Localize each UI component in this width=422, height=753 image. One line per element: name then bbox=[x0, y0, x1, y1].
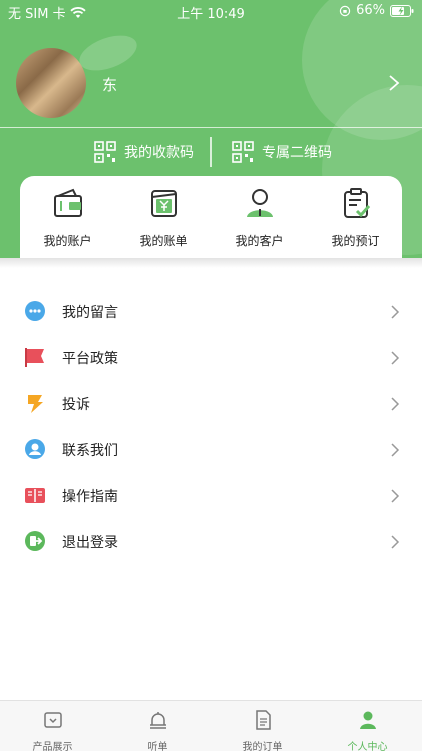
product-icon bbox=[43, 712, 62, 728]
card-shelf bbox=[0, 258, 422, 268]
menu-item-policy[interactable]: 平台政策 bbox=[0, 334, 422, 380]
menu-item-label: 投诉 bbox=[62, 397, 90, 413]
message-icon bbox=[25, 301, 45, 321]
divider bbox=[210, 137, 212, 167]
username: 东 bbox=[102, 76, 118, 94]
person-icon bbox=[359, 711, 376, 729]
menu-item-label: 联系我们 bbox=[62, 443, 118, 459]
exclusive-qr-button[interactable]: 专属二维码 bbox=[232, 134, 332, 170]
my-bill-item[interactable]: 我的账单 bbox=[116, 184, 211, 256]
divider bbox=[0, 127, 422, 128]
tab-label: 我的订单 bbox=[242, 742, 283, 753]
menu-item-label: 退出登录 bbox=[62, 535, 118, 551]
my-customer-item[interactable]: 我的客户 bbox=[212, 184, 307, 256]
my-bill-label: 我的账单 bbox=[139, 234, 188, 248]
chevron-right-icon bbox=[391, 535, 400, 549]
decor-blob bbox=[74, 28, 142, 78]
wallet-icon bbox=[53, 188, 82, 217]
battery-percent: 66% bbox=[356, 3, 385, 18]
tab-label: 个人中心 bbox=[347, 742, 388, 753]
menu-item-contact[interactable]: 联系我们 bbox=[0, 426, 422, 472]
menu-item-label: 我的留言 bbox=[62, 305, 118, 321]
tab-bar: 产品展示 听单 我的订单 个人中心 bbox=[0, 700, 422, 753]
customer-icon bbox=[246, 189, 273, 217]
account-card: 我的账户 我的账单 我的客户 我的预订 bbox=[20, 176, 402, 262]
qr-code-icon bbox=[94, 141, 116, 163]
menu-item-complaint[interactable]: 投诉 bbox=[0, 380, 422, 426]
tab-label: 听单 bbox=[147, 742, 168, 753]
chevron-right-icon bbox=[391, 305, 400, 319]
bell-icon bbox=[149, 712, 166, 729]
menu-item-label: 操作指南 bbox=[62, 489, 118, 505]
qr-code-icon bbox=[232, 141, 254, 163]
collect-code-label: 我的收款码 bbox=[124, 145, 194, 161]
logout-icon bbox=[25, 531, 45, 551]
orientation-lock-icon bbox=[339, 5, 351, 16]
chevron-right-icon bbox=[391, 443, 400, 457]
tab-products[interactable]: 产品展示 bbox=[0, 701, 105, 753]
flag-icon bbox=[25, 348, 44, 367]
menu-list: 我的留言 平台政策 投诉 联系我们 操作指南 退出登录 bbox=[0, 288, 422, 564]
my-account-item[interactable]: 我的账户 bbox=[20, 184, 115, 256]
menu-item-label: 平台政策 bbox=[62, 351, 118, 367]
tab-my-orders[interactable]: 我的订单 bbox=[210, 701, 315, 753]
my-booking-item[interactable]: 我的预订 bbox=[308, 184, 403, 256]
bill-icon bbox=[150, 190, 177, 217]
chevron-right-icon bbox=[391, 397, 400, 411]
order-icon bbox=[255, 710, 271, 730]
menu-item-logout[interactable]: 退出登录 bbox=[0, 518, 422, 564]
booking-icon bbox=[343, 188, 370, 218]
tab-profile[interactable]: 个人中心 bbox=[315, 701, 420, 753]
chevron-right-icon bbox=[391, 351, 400, 365]
contact-icon bbox=[25, 439, 45, 459]
quick-links: 我的收款码 专属二维码 bbox=[0, 134, 422, 170]
guide-book-icon bbox=[25, 488, 45, 503]
chevron-right-icon bbox=[391, 489, 400, 503]
my-customer-label: 我的客户 bbox=[235, 234, 284, 248]
tab-label: 产品展示 bbox=[32, 742, 73, 753]
menu-item-messages[interactable]: 我的留言 bbox=[0, 288, 422, 334]
my-booking-label: 我的预订 bbox=[331, 234, 380, 248]
exclusive-qr-label: 专属二维码 bbox=[262, 145, 332, 161]
status-bar: 无 SIM 卡 上午 10:49 66% bbox=[0, 0, 422, 22]
avatar[interactable] bbox=[16, 48, 86, 118]
menu-item-guide[interactable]: 操作指南 bbox=[0, 472, 422, 518]
tab-listen-orders[interactable]: 听单 bbox=[105, 701, 210, 753]
collect-code-button[interactable]: 我的收款码 bbox=[94, 134, 194, 170]
battery-icon bbox=[390, 4, 414, 17]
complaint-icon bbox=[28, 395, 43, 413]
my-account-label: 我的账户 bbox=[43, 234, 92, 248]
profile-chevron-right-icon[interactable] bbox=[388, 74, 400, 92]
